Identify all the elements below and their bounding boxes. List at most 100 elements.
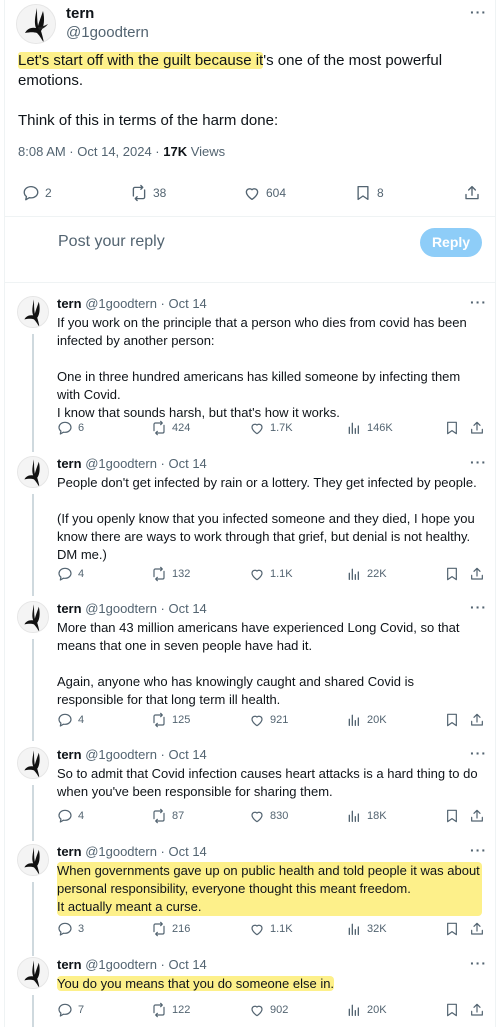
thread-reply[interactable]: tern @1goodtern · Oct 14 ··· If you work…: [0, 294, 500, 452]
bookmark-button[interactable]: [444, 566, 460, 582]
views-button[interactable]: 18K: [346, 808, 387, 824]
reply-paragraph: So to admit that Covid infection causes …: [57, 766, 478, 799]
repost-icon: [153, 921, 165, 937]
reply-button[interactable]: 3: [57, 921, 84, 937]
like-button[interactable]: 1.7K: [249, 420, 293, 436]
share-button[interactable]: [469, 566, 485, 582]
author-handle[interactable]: @1goodtern: [66, 24, 149, 41]
avatar[interactable]: [17, 601, 49, 633]
repost-button[interactable]: 38: [130, 184, 166, 202]
views-button[interactable]: 20K: [346, 1002, 387, 1018]
reply-button[interactable]: 4: [57, 566, 84, 582]
bookmark-icon: [357, 185, 369, 201]
author-name[interactable]: tern: [57, 844, 82, 859]
author-name[interactable]: tern: [57, 601, 82, 616]
more-icon[interactable]: ···: [470, 294, 487, 310]
reply-text: You do you means that you do someone els…: [57, 975, 482, 993]
tweet-timestamp[interactable]: 8:08 AM · Oct 14, 2024 ·: [18, 144, 163, 159]
repost-button[interactable]: 424: [151, 420, 190, 436]
views-button[interactable]: 20K: [346, 712, 387, 728]
bookmark-button[interactable]: [444, 808, 460, 824]
more-icon[interactable]: ···: [470, 842, 487, 858]
like-button[interactable]: 604: [243, 184, 286, 202]
action-bar: 7 122 902 20K: [0, 1002, 500, 1020]
bookmark-button[interactable]: [444, 712, 460, 728]
like-button[interactable]: 1.1K: [249, 921, 293, 937]
thread-reply[interactable]: tern @1goodtern · Oct 14 ··· You do you …: [0, 955, 500, 1027]
more-icon[interactable]: ···: [470, 745, 487, 761]
avatar[interactable]: [17, 296, 49, 328]
share-button[interactable]: [469, 1002, 485, 1018]
reply-button[interactable]: 7: [57, 1002, 84, 1018]
bookmark-icon: [447, 421, 457, 435]
repost-button[interactable]: 87: [151, 808, 184, 824]
handle-time[interactable]: @1goodtern · Oct 14: [85, 601, 207, 616]
thread-reply[interactable]: tern @1goodtern · Oct 14 ··· More than 4…: [0, 599, 500, 741]
repost-button[interactable]: 122: [151, 1002, 190, 1018]
reply-button[interactable]: 2: [22, 184, 52, 202]
author-name[interactable]: tern: [57, 296, 82, 311]
more-icon[interactable]: ···: [470, 599, 487, 615]
repost-count: 87: [172, 810, 185, 822]
reply-button[interactable]: 4: [57, 712, 84, 728]
reply-input[interactable]: Post your reply: [58, 233, 165, 251]
reply-paragraph: Again, anyone who has knowingly caught a…: [57, 674, 415, 707]
reply-button[interactable]: 6: [57, 420, 84, 436]
share-icon: [471, 922, 483, 935]
share-button[interactable]: [469, 712, 485, 728]
views-button[interactable]: 22K: [346, 566, 387, 582]
handle-time[interactable]: @1goodtern · Oct 14: [85, 747, 207, 762]
share-icon: [471, 713, 483, 726]
like-button[interactable]: 902: [249, 1002, 288, 1018]
share-button[interactable]: [469, 921, 485, 937]
handle-time[interactable]: @1goodtern · Oct 14: [85, 296, 207, 311]
avatar[interactable]: [17, 844, 49, 876]
avatar[interactable]: [17, 957, 49, 989]
share-button[interactable]: [469, 420, 485, 436]
thread-reply[interactable]: tern @1goodtern · Oct 14 ··· People don'…: [0, 454, 500, 596]
author-name[interactable]: tern: [57, 957, 82, 972]
bookmark-button[interactable]: [444, 921, 460, 937]
thread-reply[interactable]: tern @1goodtern · Oct 14 ··· When govern…: [0, 842, 500, 956]
repost-icon: [153, 1002, 165, 1018]
reply-submit-button[interactable]: Reply: [420, 228, 482, 257]
like-icon: [251, 715, 263, 727]
thread-reply[interactable]: tern @1goodtern · Oct 14 ··· So to admit…: [0, 745, 500, 841]
author-name[interactable]: tern: [57, 456, 82, 471]
reply-count: 4: [78, 714, 85, 726]
bookmark-button[interactable]: 8: [354, 184, 384, 202]
bird-avatar-icon: [18, 748, 48, 778]
reply-icon: [58, 922, 72, 936]
bookmark-button[interactable]: [444, 1002, 460, 1018]
like-button[interactable]: 830: [249, 808, 288, 824]
share-button[interactable]: [463, 184, 481, 202]
avatar[interactable]: [16, 4, 56, 44]
more-icon[interactable]: ···: [470, 4, 487, 20]
like-button[interactable]: 1.1K: [249, 566, 293, 582]
author-name[interactable]: tern: [57, 747, 82, 762]
author-name[interactable]: tern: [66, 5, 94, 22]
repost-button[interactable]: 125: [151, 712, 190, 728]
handle-time[interactable]: @1goodtern · Oct 14: [85, 957, 207, 972]
views-button[interactable]: 146K: [346, 420, 393, 436]
repost-button[interactable]: 216: [151, 921, 190, 937]
avatar[interactable]: [17, 456, 49, 488]
handle-time[interactable]: @1goodtern · Oct 14: [85, 456, 207, 471]
more-icon[interactable]: ···: [470, 955, 487, 971]
avatar[interactable]: [17, 747, 49, 779]
like-count: 1.7K: [270, 422, 293, 434]
repost-count: 122: [172, 1004, 191, 1016]
reply-header: tern @1goodtern · Oct 14: [57, 844, 207, 859]
more-icon[interactable]: ···: [470, 454, 487, 470]
share-button[interactable]: [469, 808, 485, 824]
bookmark-button[interactable]: [444, 420, 460, 436]
reply-button[interactable]: 4: [57, 808, 84, 824]
views-button[interactable]: 32K: [346, 921, 387, 937]
repost-button[interactable]: 132: [151, 566, 190, 582]
bird-avatar-icon: [18, 602, 48, 632]
handle-time[interactable]: @1goodtern · Oct 14: [85, 844, 207, 859]
reply-paragraph: More than 43 million americans have expe…: [57, 620, 460, 653]
like-button[interactable]: 921: [249, 712, 288, 728]
thread-line: [32, 882, 34, 956]
views-icon: [348, 810, 359, 822]
